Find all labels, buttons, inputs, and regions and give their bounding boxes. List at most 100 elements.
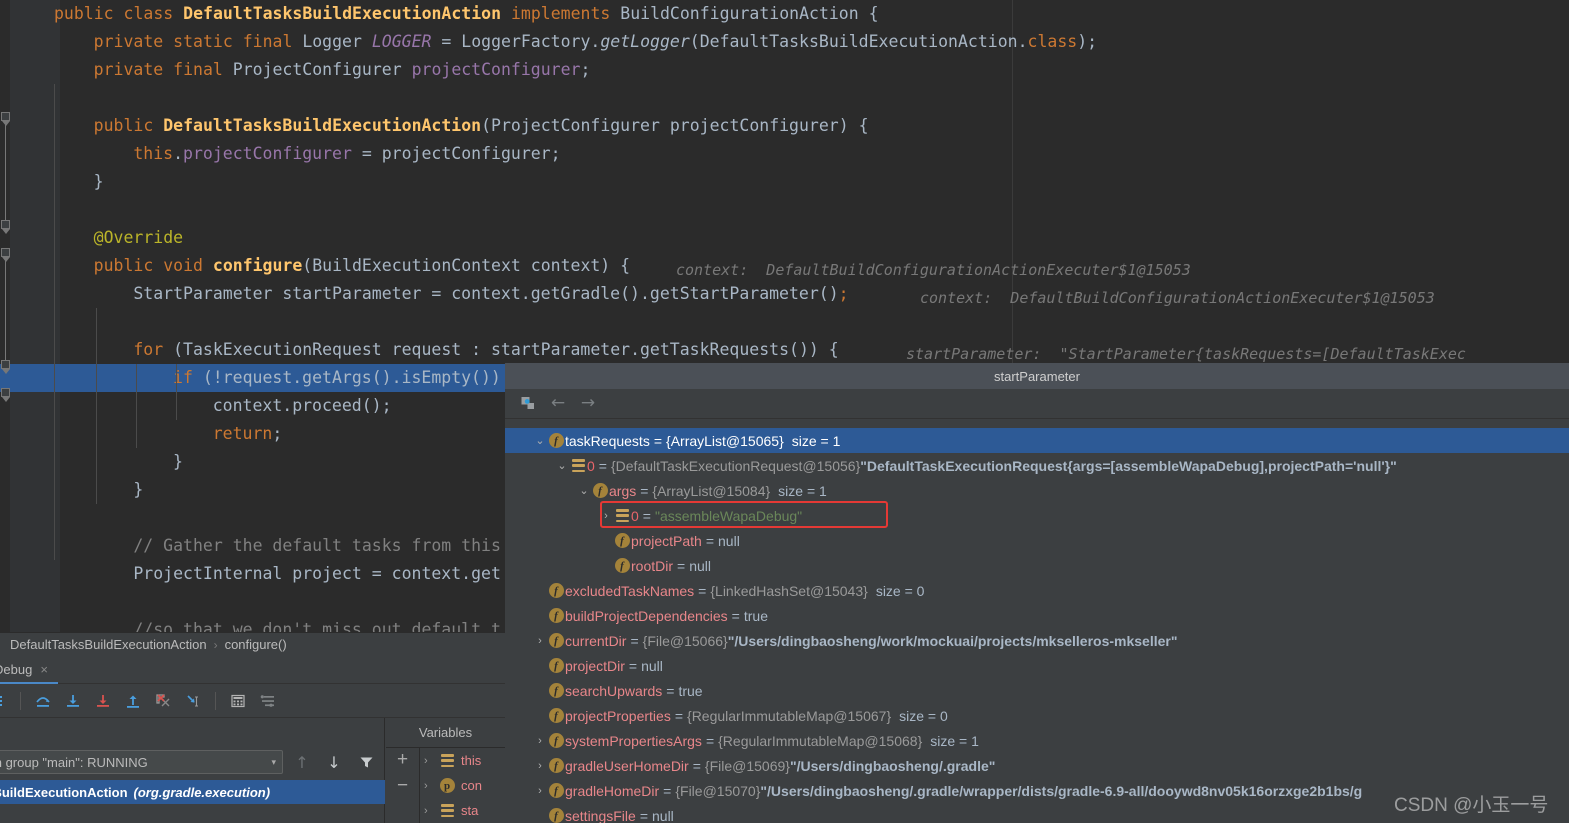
code-line[interactable]: private final ProjectConfigurer projectC… xyxy=(0,56,1569,84)
code-fold-marker[interactable] xyxy=(1,220,10,229)
code-fold-arrow[interactable] xyxy=(2,369,10,374)
code-line[interactable]: public DefaultTasksBuildExecutionAction(… xyxy=(0,112,1569,140)
code-fold-arrow[interactable] xyxy=(2,121,10,126)
tree-row[interactable]: ⌄ f args = {ArrayList@15084} size = 1 xyxy=(505,478,1569,503)
tree-row[interactable]: f buildProjectDependencies = true xyxy=(505,603,1569,628)
chevron-right-icon[interactable]: › xyxy=(424,805,433,817)
field-icon: f xyxy=(547,433,565,448)
chevron-right-icon[interactable]: › xyxy=(533,760,547,772)
code-line[interactable]: } xyxy=(0,168,1569,196)
drop-frame-icon[interactable] xyxy=(149,687,177,715)
code-line-text: StartParameter startParameter = context.… xyxy=(133,284,849,303)
variables-row[interactable]: › p con xyxy=(420,773,505,798)
tab-debug[interactable]: Debug × xyxy=(0,656,58,684)
frame-list-item-selected[interactable]: ksBuildExecutionAction (org.gradle.execu… xyxy=(0,780,385,804)
frame-up-icon[interactable]: ↑ xyxy=(289,753,315,772)
step-into-icon[interactable] xyxy=(59,687,87,715)
chevron-down-icon[interactable]: ⌄ xyxy=(577,484,591,497)
breadcrumb-class[interactable]: DefaultTasksBuildExecutionAction xyxy=(10,637,207,652)
object-tree[interactable]: ⌄ f taskRequests = {ArrayList@15065} size = 1… xyxy=(505,419,1569,823)
code-fold-marker[interactable] xyxy=(1,248,10,257)
field-icon: f xyxy=(547,658,565,673)
fold-region-line xyxy=(5,257,6,360)
array-icon xyxy=(569,459,587,472)
code-line[interactable]: public class DefaultTasksBuildExecutionA… xyxy=(0,0,1569,28)
tree-row[interactable]: › f gradleUserHomeDir = {File@15069} "/Users… xyxy=(505,753,1569,778)
evaluate-expression-icon[interactable] xyxy=(224,687,252,715)
array-icon xyxy=(438,754,456,767)
tree-row[interactable]: ⌄ 0 = {DefaultTaskExecutionRequest@15056} "… xyxy=(505,453,1569,478)
popup-back-button[interactable]: ← xyxy=(545,392,571,416)
field-icon: f xyxy=(591,483,609,498)
tree-node-name: rootDir xyxy=(631,557,674,574)
run-to-cursor-icon[interactable] xyxy=(179,687,207,715)
tree-node-type: {RegularImmutableMap@15068} xyxy=(718,732,923,749)
tree-row[interactable]: f searchUpwards = true xyxy=(505,678,1569,703)
thread-selector[interactable]: 3 in group "main": RUNNING ▾ xyxy=(0,750,283,774)
popup-forward-button[interactable]: → xyxy=(575,392,601,416)
code-line[interactable]: this.projectConfigurer = projectConfigur… xyxy=(0,140,1569,168)
code-line[interactable]: StartParameter startParameter = context.… xyxy=(0,280,1569,308)
chevron-right-icon[interactable]: › xyxy=(533,735,547,747)
tree-row[interactable]: › f systemPropertiesArgs = {RegularImmutable… xyxy=(505,728,1569,753)
debug-tool-window: Debug × xyxy=(0,656,505,823)
code-line[interactable] xyxy=(0,308,1569,336)
code-line[interactable] xyxy=(0,84,1569,112)
code-fold-arrow[interactable] xyxy=(2,397,10,402)
tree-row-content: projectDir = null xyxy=(565,658,663,674)
tree-row[interactable]: f excludedTaskNames = {LinkedHashSet@15043}… xyxy=(505,578,1569,603)
chevron-right-icon[interactable]: › xyxy=(533,635,547,647)
variables-row[interactable]: › this xyxy=(420,748,505,773)
tree-row-selected[interactable]: ⌄ f taskRequests = {ArrayList@15065} size = 1 xyxy=(505,428,1569,453)
debugger-toolbar[interactable] xyxy=(0,684,505,718)
step-out-icon[interactable] xyxy=(119,687,147,715)
code-line[interactable] xyxy=(0,196,1569,224)
code-line[interactable]: public void configure(BuildExecutionCont… xyxy=(0,252,1569,280)
filter-icon[interactable] xyxy=(353,755,379,770)
remove-watch-button[interactable]: − xyxy=(397,776,408,795)
code-line[interactable]: private static final Logger LOGGER = Log… xyxy=(0,28,1569,56)
inspect-object-icon[interactable] xyxy=(515,392,541,416)
tree-row[interactable]: f projectProperties = {RegularImmutableMap@… xyxy=(505,703,1569,728)
code-line[interactable]: @Override xyxy=(0,224,1569,252)
tree-row[interactable]: › 0 = "assembleWapaDebug" xyxy=(505,503,1569,528)
settings-list-icon[interactable] xyxy=(254,687,282,715)
frame-down-icon[interactable]: ↓ xyxy=(321,753,347,772)
add-watch-button[interactable]: + xyxy=(397,750,408,769)
code-fold-marker[interactable] xyxy=(1,360,10,369)
tree-row-content: gradleUserHomeDir = {File@15069} "/Users/d… xyxy=(565,758,995,774)
arrow-right-icon: → xyxy=(580,393,596,413)
frames-pane: 3 in group "main": RUNNING ▾ ↑ ↓ ksBuild… xyxy=(0,718,385,823)
variables-list[interactable]: › this › p con › sta xyxy=(420,748,505,823)
code-line[interactable]: for (TaskExecutionRequest request : star… xyxy=(0,336,1569,364)
chevron-right-icon[interactable]: › xyxy=(599,510,613,522)
code-fold-marker[interactable] xyxy=(1,388,10,397)
chevron-right-icon[interactable]: › xyxy=(533,785,547,797)
tree-row[interactable]: f projectDir = null xyxy=(505,653,1569,678)
code-fold-marker[interactable] xyxy=(1,112,10,121)
show-execution-point-icon[interactable] xyxy=(0,687,12,715)
tree-node-equals: = xyxy=(653,432,663,449)
tree-node-size: size = 1 xyxy=(930,732,979,749)
force-step-into-icon[interactable] xyxy=(89,687,117,715)
chevron-right-icon[interactable]: › xyxy=(424,780,433,792)
code-fold-arrow[interactable] xyxy=(2,229,10,234)
step-over-icon[interactable] xyxy=(29,687,57,715)
code-fold-arrow[interactable] xyxy=(2,257,10,262)
tree-row[interactable]: f rootDir = null xyxy=(505,553,1569,578)
tree-row[interactable]: f projectPath = null xyxy=(505,528,1569,553)
chevron-down-icon[interactable]: ⌄ xyxy=(533,434,547,447)
breadcrumb-method[interactable]: configure() xyxy=(225,637,287,652)
close-icon[interactable]: × xyxy=(40,662,48,677)
code-line-text: public class DefaultTasksBuildExecutionA… xyxy=(54,4,879,23)
tree-node-string-value: "assembleWapaDebug" xyxy=(654,507,803,524)
tree-row[interactable] xyxy=(505,419,1569,428)
breadcrumb[interactable]: DefaultTasksBuildExecutionAction › confi… xyxy=(0,632,505,656)
chevron-right-icon[interactable]: › xyxy=(424,755,433,767)
chevron-down-icon[interactable]: ⌄ xyxy=(555,459,569,472)
variables-row-name: sta xyxy=(461,803,479,818)
variables-row[interactable]: › sta xyxy=(420,798,505,823)
tree-row[interactable]: › f currentDir = {File@15066} "/Users/dingba… xyxy=(505,628,1569,653)
code-line-text: // Gather the default tasks from this xyxy=(133,536,501,555)
code-line-text: context.proceed(); xyxy=(212,396,392,415)
